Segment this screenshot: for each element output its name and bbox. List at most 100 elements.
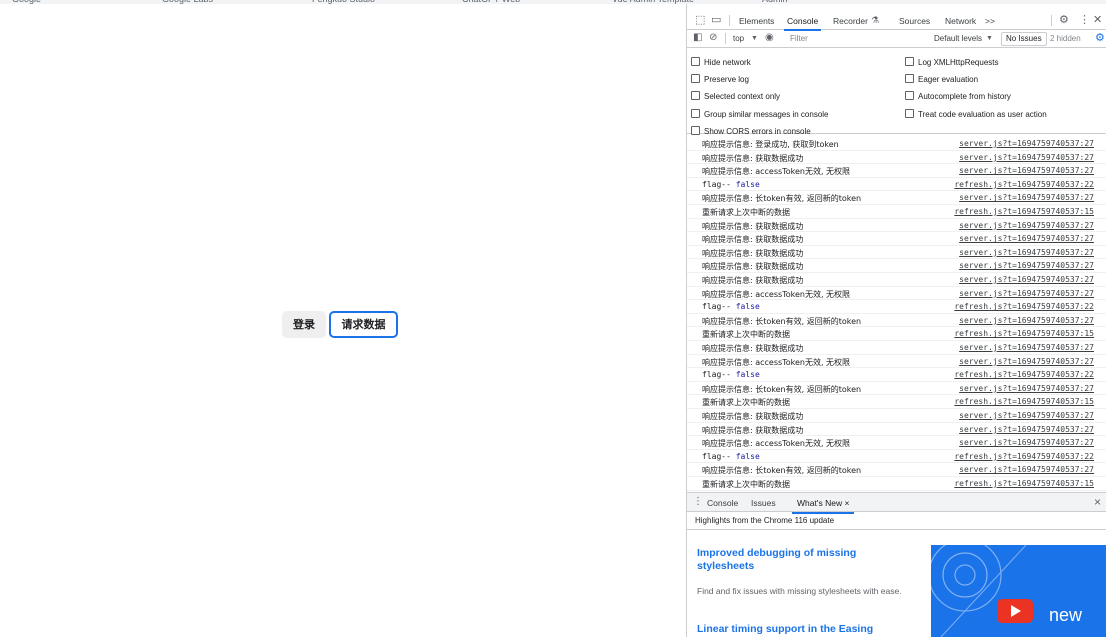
setting-group-similar[interactable]: Group similar messages in console: [691, 109, 829, 123]
console-boolean-value: false: [735, 302, 760, 312]
console-log-line: 响应提示信息: 长token有效, 返回新的token server.js?t=1…: [687, 463, 1106, 477]
clear-console-icon[interactable]: ⊘: [709, 32, 717, 43]
live-expression-eye-icon[interactable]: ◉: [765, 32, 774, 43]
console-source-link[interactable]: server.js?t=1694759740537:27: [959, 289, 1094, 298]
checkbox-icon[interactable]: [691, 91, 700, 100]
tab-separator: [729, 15, 730, 26]
console-log-line: 重新请求上次中断的数据 refresh.js?t=1694759740537:15: [687, 327, 1106, 341]
console-log-line: flag-- false refresh.js?t=1694759740537:2…: [687, 300, 1106, 314]
console-source-link[interactable]: server.js?t=1694759740537:27: [959, 261, 1094, 270]
request-data-button[interactable]: 请求数据: [329, 311, 398, 338]
checkbox-icon[interactable]: [691, 126, 700, 135]
console-source-link[interactable]: server.js?t=1694759740537:27: [959, 465, 1094, 474]
console-message: 响应提示信息: 获取数据成功: [702, 262, 804, 272]
console-source-link[interactable]: refresh.js?t=1694759740537:15: [954, 207, 1094, 216]
console-source-link[interactable]: server.js?t=1694759740537:27: [959, 425, 1094, 434]
setting-treat-code-evaluation[interactable]: Treat code evaluation as user action: [905, 109, 1047, 123]
more-tabs-button[interactable]: >>: [985, 16, 995, 26]
console-source-link[interactable]: server.js?t=1694759740537:27: [959, 438, 1094, 447]
console-source-link[interactable]: server.js?t=1694759740537:27: [959, 166, 1094, 175]
settings-gear-icon[interactable]: ⚙: [1059, 13, 1069, 26]
whats-new-item-1-title[interactable]: Improved debugging of missing stylesheet…: [697, 547, 897, 573]
console-boolean-value: false: [735, 451, 760, 461]
checkbox-icon[interactable]: [905, 91, 914, 100]
drawer-tab-label: What's New: [797, 498, 843, 508]
checkbox-icon[interactable]: [691, 74, 700, 83]
console-source-link[interactable]: server.js?t=1694759740537:27: [959, 193, 1094, 202]
device-toolbar-icon[interactable]: ▭: [711, 13, 721, 26]
checkbox-icon[interactable]: [905, 74, 914, 83]
inspect-element-icon[interactable]: ⬚: [695, 13, 705, 26]
devtools-panel: ⬚ ▭ Elements Console Recorder ⚗ Sources …: [686, 4, 1106, 637]
setting-label: Autocomplete from history: [918, 92, 1011, 101]
levels-dropdown-icon[interactable]: ▼: [986, 35, 993, 42]
tab-console[interactable]: Console: [783, 16, 822, 31]
console-source-link[interactable]: server.js?t=1694759740537:27: [959, 275, 1094, 284]
console-source-link[interactable]: refresh.js?t=1694759740537:15: [954, 397, 1094, 406]
whats-new-header-text: Highlights from the Chrome 116 update: [695, 516, 835, 525]
sidebar-toggle-icon[interactable]: ◧: [693, 32, 702, 43]
console-source-link[interactable]: refresh.js?t=1694759740537:22: [954, 370, 1094, 379]
context-dropdown-icon[interactable]: ▼: [751, 35, 758, 42]
close-devtools-icon[interactable]: ✕: [1093, 13, 1102, 26]
console-source-link[interactable]: refresh.js?t=1694759740537:22: [954, 180, 1094, 189]
console-message: 响应提示信息: 登录成功, 获取到token: [702, 140, 839, 149]
console-source-link[interactable]: refresh.js?t=1694759740537:22: [954, 302, 1094, 311]
console-message: 响应提示信息: 获取数据成功: [702, 153, 804, 163]
close-drawer-icon[interactable]: ×: [1094, 495, 1101, 509]
setting-selected-context-only[interactable]: Selected context only: [691, 91, 780, 105]
console-message: 重新请求上次中断的数据: [702, 208, 790, 217]
drawer-tab-console[interactable]: Console: [707, 498, 738, 508]
tab-recorder[interactable]: Recorder: [833, 16, 868, 26]
console-filter-input[interactable]: [788, 32, 922, 44]
console-source-link[interactable]: server.js?t=1694759740537:27: [959, 153, 1094, 162]
drawer-menu-icon[interactable]: ⋮: [693, 496, 703, 507]
console-source-link[interactable]: server.js?t=1694759740537:27: [959, 248, 1094, 257]
page-content: 登录 请求数据: [0, 4, 686, 637]
setting-eager-evaluation[interactable]: Eager evaluation: [905, 74, 978, 88]
drawer-tab-bar: ⋮ Console Issues What's New × ×: [687, 492, 1106, 514]
console-boolean-value: false: [735, 370, 760, 380]
console-message: 响应提示信息: 获取数据成功: [702, 248, 804, 258]
console-source-link[interactable]: server.js?t=1694759740537:27: [959, 384, 1094, 393]
setting-preserve-log[interactable]: Preserve log: [691, 74, 749, 88]
console-source-link[interactable]: refresh.js?t=1694759740537:15: [954, 479, 1094, 488]
console-source-link[interactable]: server.js?t=1694759740537:27: [959, 357, 1094, 366]
console-source-link[interactable]: server.js?t=1694759740537:27: [959, 221, 1094, 230]
console-boolean-value: false: [735, 179, 760, 189]
checkbox-icon[interactable]: [905, 109, 914, 118]
tab-elements[interactable]: Elements: [739, 16, 774, 26]
whats-new-item-2-title[interactable]: Linear timing support in the Easing: [697, 623, 897, 636]
checkbox-icon[interactable]: [691, 109, 700, 118]
setting-autocomplete-history[interactable]: Autocomplete from history: [905, 91, 1011, 105]
console-source-link[interactable]: refresh.js?t=1694759740537:15: [954, 329, 1094, 338]
console-message: 响应提示信息: accessToken无效, 无权限: [702, 357, 851, 367]
console-source-link[interactable]: server.js?t=1694759740537:27: [959, 139, 1094, 148]
console-source-link[interactable]: server.js?t=1694759740537:27: [959, 316, 1094, 325]
tab-network[interactable]: Network: [945, 16, 976, 26]
tab-sources[interactable]: Sources: [899, 16, 930, 26]
issues-counter-button[interactable]: No Issues: [1001, 32, 1047, 46]
setting-label: Log XMLHttpRequests: [918, 58, 999, 67]
console-source-link[interactable]: refresh.js?t=1694759740537:22: [954, 452, 1094, 461]
log-levels-dropdown[interactable]: Default levels: [934, 34, 982, 43]
more-options-icon[interactable]: ⋮: [1079, 13, 1090, 26]
checkbox-icon[interactable]: [691, 57, 700, 66]
drawer-tab-issues[interactable]: Issues: [751, 498, 776, 508]
console-log-line: 响应提示信息: 登录成功, 获取到token server.js?t=169475…: [687, 137, 1106, 151]
console-message: 响应提示信息: 获取数据成功: [702, 276, 804, 285]
console-source-link[interactable]: server.js?t=1694759740537:27: [959, 234, 1094, 243]
console-source-link[interactable]: server.js?t=1694759740537:27: [959, 411, 1094, 420]
whats-new-header: Highlights from the Chrome 116 update: [687, 512, 1106, 530]
console-log-line: 响应提示信息: 长token有效, 返回新的token server.js?t=1…: [687, 191, 1106, 205]
drawer-tab-whats-new[interactable]: What's New ×: [791, 498, 855, 514]
login-button[interactable]: 登录: [282, 311, 326, 338]
close-tab-icon[interactable]: ×: [844, 498, 849, 508]
checkbox-icon[interactable]: [905, 57, 914, 66]
console-log-line: 响应提示信息: 获取数据成功 server.js?t=1694759740537:…: [687, 341, 1106, 355]
setting-hide-network[interactable]: Hide network: [691, 57, 751, 71]
context-selector[interactable]: top: [733, 34, 744, 43]
console-settings-gear-icon[interactable]: ⚙: [1095, 31, 1105, 44]
setting-log-xhr[interactable]: Log XMLHttpRequests: [905, 57, 999, 71]
console-source-link[interactable]: server.js?t=1694759740537:27: [959, 343, 1094, 352]
